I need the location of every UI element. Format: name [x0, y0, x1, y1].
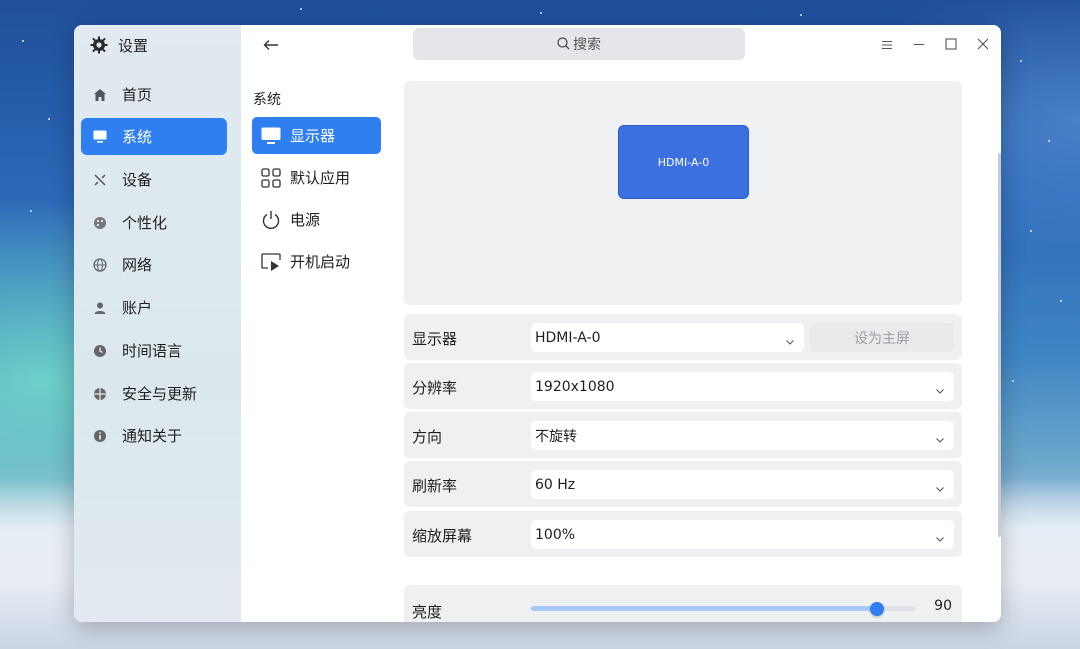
search-icon — [557, 35, 570, 54]
orientation-label: 方向 — [412, 428, 443, 446]
sub-item-default-apps[interactable]: 默认应用 — [252, 159, 381, 196]
nav-item-time-language[interactable]: 时间语言 — [81, 332, 227, 369]
sub-item-label: 显示器 — [290, 127, 336, 145]
main-navigation: 设置 首页 系统 设备 个性化 网络 账户 时间语言 安全与更新 通知关于 — [74, 25, 241, 622]
minimize-icon — [913, 35, 925, 54]
sub-item-display[interactable]: 显示器 — [252, 117, 381, 154]
nav-item-label: 个性化 — [122, 214, 168, 232]
nav-item-home[interactable]: 首页 — [81, 76, 227, 113]
nav-item-network[interactable]: 网络 — [81, 246, 227, 283]
app-title-text: 设置 — [118, 36, 149, 55]
orientation-value: 不旋转 — [535, 428, 577, 445]
search-placeholder: 搜索 — [573, 37, 601, 53]
sub-item-startup[interactable]: 开机启动 — [252, 243, 381, 280]
scale-label: 缩放屏幕 — [412, 527, 473, 545]
startup-icon — [261, 252, 281, 272]
brightness-value: 90 — [934, 598, 952, 614]
refresh-rate-value: 60 Hz — [535, 476, 576, 493]
shield-icon — [92, 386, 108, 402]
tools-icon — [92, 172, 108, 188]
close-button[interactable] — [975, 36, 991, 52]
nav-item-label: 设备 — [122, 171, 153, 189]
set-primary-button[interactable]: 设为主屏 — [810, 323, 954, 352]
brightness-slider[interactable] — [531, 602, 915, 616]
orientation-select[interactable]: 不旋转 — [531, 421, 954, 450]
display-settings-panel: 搜索 HDMI-A-0 显示器 HDMI-A-0 设为主屏 分辨率 1920x1… — [402, 25, 1001, 622]
clock-icon — [92, 343, 108, 359]
nav-item-label: 系统 — [122, 128, 153, 146]
orientation-row: 方向 不旋转 — [404, 412, 962, 458]
refresh-rate-select[interactable]: 60 Hz — [531, 470, 954, 499]
refresh-rate-row: 刷新率 60 Hz — [404, 461, 962, 507]
refresh-rate-label: 刷新率 — [412, 477, 458, 495]
chevron-down-icon — [935, 479, 945, 492]
set-primary-label: 设为主屏 — [854, 330, 910, 347]
minimize-button[interactable] — [911, 36, 927, 52]
resolution-label: 分辨率 — [412, 379, 458, 397]
monitor-row: 显示器 HDMI-A-0 设为主屏 — [404, 314, 962, 360]
monitor-label: 显示器 — [412, 330, 458, 348]
display-icon — [261, 126, 281, 146]
settings-window: 设置 首页 系统 设备 个性化 网络 账户 时间语言 安全与更新 通知关于 系统… — [74, 25, 1001, 622]
sub-navigation: 系统 显示器 默认应用 电源 开机启动 — [241, 25, 402, 622]
monitor-tile[interactable]: HDMI-A-0 — [618, 125, 749, 199]
gear-icon — [90, 36, 108, 54]
resolution-select[interactable]: 1920x1080 — [531, 372, 954, 401]
nav-item-label: 通知关于 — [122, 427, 183, 445]
nav-item-security-update[interactable]: 安全与更新 — [81, 375, 227, 412]
nav-item-label: 账户 — [122, 299, 153, 317]
chevron-down-icon — [785, 332, 795, 345]
sub-item-power[interactable]: 电源 — [252, 201, 381, 238]
nav-item-personalization[interactable]: 个性化 — [81, 204, 227, 241]
grid-icon — [261, 167, 281, 188]
brightness-slider-fill — [531, 606, 877, 611]
sub-item-label: 开机启动 — [290, 253, 351, 271]
info-icon — [92, 428, 108, 444]
nav-item-label: 网络 — [122, 256, 153, 274]
palette-icon — [92, 215, 108, 231]
menu-button[interactable] — [879, 36, 895, 52]
resolution-value: 1920x1080 — [535, 378, 615, 395]
nav-item-label: 首页 — [122, 86, 153, 104]
power-icon — [261, 210, 281, 230]
sub-item-label: 默认应用 — [290, 169, 351, 187]
user-icon — [92, 300, 108, 316]
nav-item-notifications-about[interactable]: 通知关于 — [81, 417, 227, 454]
globe-icon — [92, 257, 108, 273]
home-icon — [92, 87, 108, 103]
back-button[interactable] — [259, 34, 283, 56]
monitor-value: HDMI-A-0 — [535, 329, 601, 346]
resolution-row: 分辨率 1920x1080 — [404, 363, 962, 409]
chevron-down-icon — [935, 430, 945, 443]
arrow-left-icon — [263, 36, 279, 55]
nav-item-devices[interactable]: 设备 — [81, 161, 227, 198]
display-arrangement-preview: HDMI-A-0 — [404, 81, 962, 305]
close-icon — [977, 35, 989, 54]
section-title: 系统 — [253, 92, 281, 108]
brightness-row: 亮度 90 — [404, 585, 962, 622]
chevron-down-icon — [935, 529, 945, 542]
monitor-icon — [92, 129, 108, 145]
sub-item-label: 电源 — [290, 211, 321, 229]
search-input[interactable]: 搜索 — [413, 28, 745, 60]
brightness-label: 亮度 — [412, 603, 443, 621]
scale-select[interactable]: 100% — [531, 520, 954, 549]
nav-item-system[interactable]: 系统 — [81, 118, 227, 155]
monitor-tile-label: HDMI-A-0 — [657, 155, 710, 169]
nav-item-label: 安全与更新 — [122, 385, 198, 403]
scale-row: 缩放屏幕 100% — [404, 511, 962, 557]
brightness-slider-thumb[interactable] — [869, 602, 884, 616]
chevron-down-icon — [935, 381, 945, 394]
hamburger-icon — [881, 35, 893, 54]
monitor-select[interactable]: HDMI-A-0 — [531, 323, 804, 352]
scale-value: 100% — [535, 526, 576, 543]
nav-item-accounts[interactable]: 账户 — [81, 289, 227, 326]
maximize-button[interactable] — [943, 36, 959, 52]
app-title: 设置 — [90, 35, 148, 55]
maximize-icon — [945, 35, 957, 54]
nav-item-label: 时间语言 — [122, 342, 183, 360]
scrollbar[interactable] — [998, 153, 1001, 537]
